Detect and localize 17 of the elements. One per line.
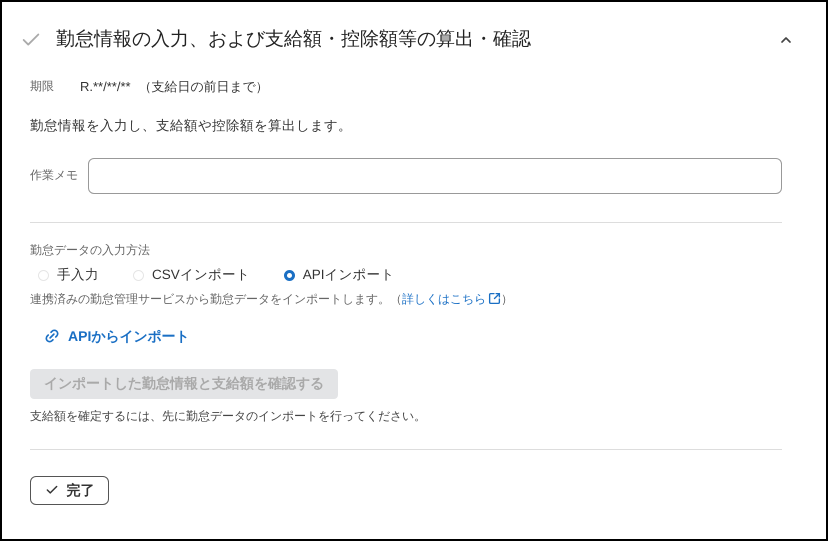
radio-option[interactable]: 手入力 [38, 265, 99, 286]
memo-label: 作業メモ [30, 167, 79, 184]
import-hint: 支給額を確定するには、先に勤怠データのインポートを行ってください。 [30, 408, 427, 424]
external-link-icon [488, 292, 501, 305]
api-import-link[interactable]: APIからインポート [44, 326, 190, 346]
deadline-date: R.**/**/** [80, 78, 131, 96]
panel-title: 勤怠情報の入力、および支給額・控除額等の算出・確認 [56, 28, 532, 52]
details-link[interactable]: 詳しくはこちら [402, 290, 501, 308]
memo-field[interactable] [88, 158, 782, 194]
radio-option[interactable]: CSVインポート [133, 265, 250, 286]
deadline-label: 期限 [30, 78, 55, 96]
description: 勤怠情報を入力し、支給額や控除額を算出します。 [30, 117, 353, 135]
radio-option[interactable]: APIインポート [284, 265, 395, 286]
deadline-note: （支給日の前日まで） [138, 78, 269, 96]
input-method-label: 勤怠データの入力方法 [30, 242, 151, 260]
import-note: 連携済みの勤怠管理サービスから勤怠データをインポートします。（詳しくはこちら ） [30, 290, 514, 308]
done-button[interactable]: 完了 [30, 476, 109, 504]
